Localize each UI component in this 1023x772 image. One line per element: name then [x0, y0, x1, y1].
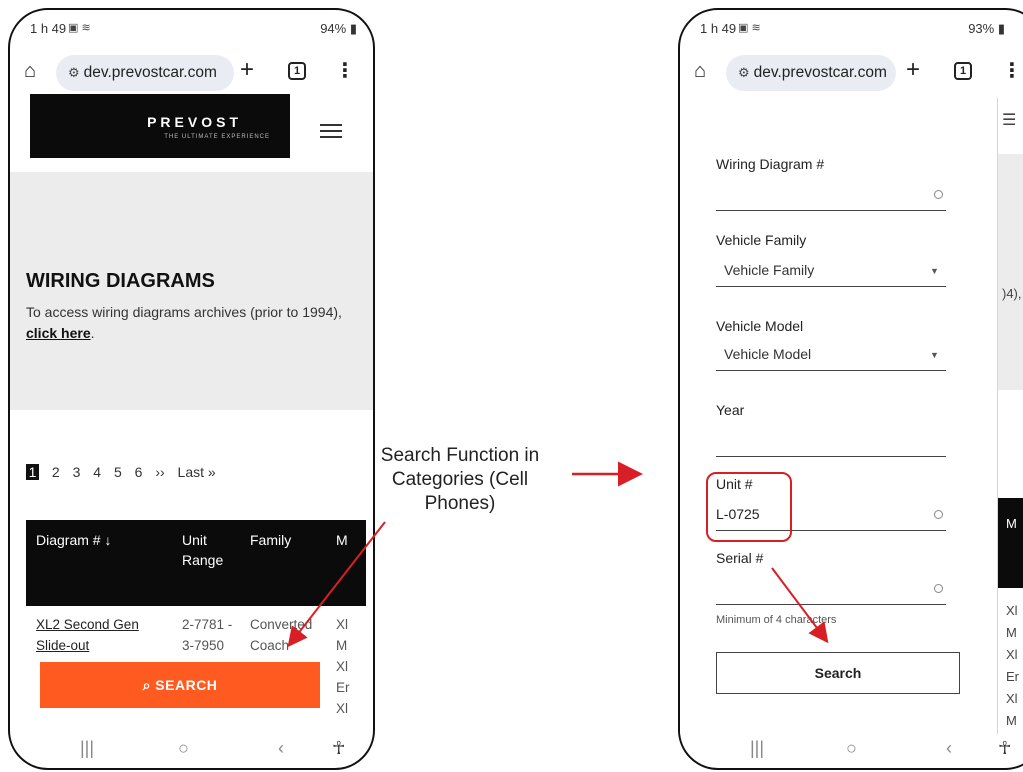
- recents-icon[interactable]: |||: [750, 738, 764, 759]
- search-icon: ⌕: [142, 677, 151, 693]
- accessibility-icon[interactable]: ☥: [998, 738, 1011, 759]
- menu-kebab-icon[interactable]: ⋮: [1002, 58, 1022, 83]
- status-bar: 1 h 49 ▣ ≋ 93% ▮: [680, 10, 1023, 48]
- table-header: Diagram # ↓ Unit Range Family M: [26, 520, 366, 606]
- model-cell: Xl M Xl Er Xl: [336, 617, 350, 716]
- site-settings-icon[interactable]: ⚙: [738, 65, 750, 80]
- page-title: WIRING DIAGRAMS: [26, 270, 215, 292]
- page-3[interactable]: 3: [73, 464, 81, 480]
- background-hero: [998, 154, 1023, 390]
- family-cell: Converted Coach: [250, 617, 313, 653]
- home-icon[interactable]: ⌂: [24, 60, 36, 83]
- col-family[interactable]: Family: [250, 530, 291, 550]
- status-time: 1 h 49: [700, 21, 737, 36]
- page-6[interactable]: 6: [135, 464, 143, 480]
- clear-icon[interactable]: [934, 584, 943, 593]
- year-input[interactable]: [716, 456, 946, 457]
- pagination: 1 2 3 4 5 6 ›› Last »: [26, 464, 225, 480]
- hero-section: WIRING DIAGRAMS To access wiring diagram…: [10, 172, 373, 410]
- clear-icon[interactable]: [934, 510, 943, 519]
- vehicle-family-label: Vehicle Family: [716, 232, 807, 248]
- annotation-caption: Search Function in Categories (Cell Phon…: [380, 445, 540, 514]
- background-table-header: [998, 498, 1023, 588]
- status-time: 1 h 49: [30, 21, 67, 36]
- page-next[interactable]: ››: [155, 464, 164, 480]
- page-2[interactable]: 2: [52, 464, 60, 480]
- serial-input[interactable]: [716, 604, 946, 605]
- chevron-down-icon: ▼: [930, 350, 939, 360]
- phone-left: 1 h 49 ▣ ≋ 94% ▮ ⌂ ⚙ dev.prevostcar.com +…: [8, 8, 375, 770]
- serial-hint: Minimum of 4 characters: [716, 614, 837, 626]
- prevost-logo[interactable]: PREVOST THE ULTIMATE EXPERIENCE: [30, 94, 290, 158]
- page-4[interactable]: 4: [93, 464, 101, 480]
- back-icon[interactable]: ‹: [278, 738, 284, 759]
- page-5[interactable]: 5: [114, 464, 122, 480]
- unit-highlight-box: [706, 472, 792, 542]
- vehicle-model-underline: [716, 370, 946, 371]
- chevron-down-icon: ▼: [930, 266, 939, 276]
- search-button[interactable]: ⌕ SEARCH: [40, 662, 320, 708]
- tab-switcher-icon[interactable]: 1: [954, 62, 972, 80]
- background-menu-icon: ☰: [1002, 112, 1017, 129]
- page-1[interactable]: 1: [26, 464, 39, 480]
- battery-level: 93% ▮: [968, 21, 1005, 36]
- col-unit-range[interactable]: Unit Range: [182, 530, 232, 570]
- home-button-icon[interactable]: ○: [846, 738, 857, 759]
- logo-brand: PREVOST: [147, 114, 242, 130]
- vehicle-model-select[interactable]: Vehicle Model: [724, 346, 811, 362]
- col-diagram[interactable]: Diagram # ↓: [36, 530, 111, 550]
- android-navbar: ||| ○ ‹ ☥: [680, 734, 1023, 768]
- home-icon[interactable]: ⌂: [694, 60, 706, 83]
- wiring-diagram-label: Wiring Diagram #: [716, 156, 825, 172]
- vehicle-model-label: Vehicle Model: [716, 318, 804, 334]
- back-icon[interactable]: ‹: [946, 738, 952, 759]
- year-label: Year: [716, 402, 745, 418]
- android-navbar: ||| ○ ‹ ☥: [10, 734, 373, 768]
- hamburger-menu-icon[interactable]: [320, 124, 342, 138]
- vehicle-family-underline: [716, 286, 946, 287]
- notification-icons: ▣ ≋: [68, 22, 91, 34]
- new-tab-icon[interactable]: +: [906, 56, 920, 84]
- archives-link[interactable]: click here: [26, 325, 91, 341]
- serial-label: Serial #: [716, 550, 764, 566]
- home-button-icon[interactable]: ○: [178, 738, 189, 759]
- browser-toolbar: ⌂ ⚙ dev.prevostcar.com + 1 ⋮: [680, 50, 1023, 96]
- new-tab-icon[interactable]: +: [240, 56, 254, 84]
- site-settings-icon[interactable]: ⚙: [68, 65, 80, 80]
- search-button[interactable]: Search: [716, 652, 960, 694]
- address-bar[interactable]: ⚙ dev.prevostcar.com: [56, 55, 234, 91]
- notification-icons: ▣ ≋: [738, 22, 761, 34]
- diagram-link[interactable]: XL2 Second Gen Slide-out: [36, 614, 156, 656]
- recents-icon[interactable]: |||: [80, 738, 94, 759]
- phone-right: 1 h 49 ▣ ≋ 93% ▮ ⌂ ⚙ dev.prevostcar.com +…: [678, 8, 1023, 770]
- background-text: )4),: [1002, 286, 1022, 301]
- page-last[interactable]: Last »: [178, 464, 216, 480]
- hero-description: To access wiring diagrams archives (prio…: [26, 304, 342, 341]
- vehicle-family-select[interactable]: Vehicle Family: [724, 262, 814, 278]
- tab-switcher-icon[interactable]: 1: [288, 62, 306, 80]
- address-bar[interactable]: ⚙ dev.prevostcar.com: [726, 55, 896, 91]
- background-col: M: [1006, 516, 1017, 531]
- accessibility-icon[interactable]: ☥: [332, 738, 345, 759]
- clear-icon[interactable]: [934, 190, 943, 199]
- battery-level: 94% ▮: [320, 21, 357, 36]
- unit-range-cell: 2-7781 - 3-7950: [182, 617, 233, 653]
- menu-kebab-icon[interactable]: ⋮: [335, 58, 355, 83]
- col-model[interactable]: M: [336, 530, 348, 550]
- logo-tagline: THE ULTIMATE EXPERIENCE: [164, 134, 270, 140]
- status-bar: 1 h 49 ▣ ≋ 94% ▮: [10, 10, 373, 48]
- browser-toolbar: ⌂ ⚙ dev.prevostcar.com + 1 ⋮: [10, 50, 373, 96]
- wiring-diagram-input[interactable]: [716, 210, 946, 211]
- background-rows: Xl M Xl Er Xl M: [1006, 603, 1019, 728]
